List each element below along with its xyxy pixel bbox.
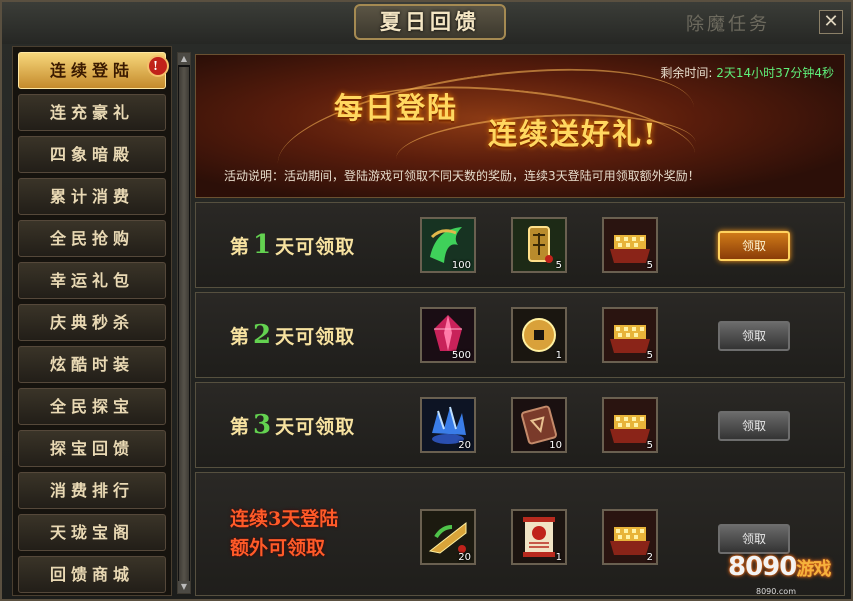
watermark-brand: 8090 (728, 552, 797, 582)
nav-item-幸运礼包[interactable]: 幸运礼包 (18, 262, 166, 299)
row-title: 第 1 天可领取 (230, 230, 355, 260)
background-tab-label[interactable]: 除魔任务 (686, 10, 770, 36)
nav-item-庆典秒杀[interactable]: 庆典秒杀 (18, 304, 166, 341)
row-title-suffix: 天可领取 (275, 236, 356, 258)
item-quantity: 10 (549, 440, 562, 451)
watermark-url: 8090.com (756, 587, 796, 596)
bonus-title-line-2: 额外可领取 (230, 537, 326, 559)
scroll-up-arrow-icon[interactable]: ▲ (178, 53, 190, 65)
notification-badge: ! (147, 55, 169, 77)
banner-title-2: 连续送好礼! (488, 117, 658, 151)
banner-title-1: 每日登陆 (334, 91, 459, 125)
nav-item-累计消费[interactable]: 累计消费 (18, 178, 166, 215)
title-bar: 夏日回馈 除魔任务 ✕ (2, 2, 851, 44)
row-title-suffix: 天可领取 (275, 416, 356, 438)
site-watermark: 8090游戏 (728, 552, 831, 582)
item-quantity: 1 (555, 552, 562, 563)
nav-item-label: 庆典秒杀 (49, 313, 134, 332)
reward-item[interactable]: 1 (511, 307, 567, 363)
scroll-down-arrow-icon[interactable]: ▼ (178, 581, 190, 593)
row-title-prefix: 第 (230, 416, 251, 438)
reward-item[interactable]: 5 (511, 217, 567, 273)
event-nav: 连续登陆! 连充豪礼 四象暗殿 累计消费 全民抢购 幸运礼包 庆典秒杀 炫酷时装… (12, 46, 172, 596)
scroll-thumb[interactable] (179, 67, 189, 582)
nav-item-探宝回馈[interactable]: 探宝回馈 (18, 430, 166, 467)
nav-item-炫酷时装[interactable]: 炫酷时装 (18, 346, 166, 383)
countdown-timer: 剩余时间: 2天14小时37分钟4秒 (660, 64, 834, 81)
reward-row-day-2: 第 2 天可领取 500 1 5 领取 (195, 292, 845, 378)
item-quantity: 5 (646, 260, 653, 271)
reward-item[interactable]: 500 (420, 307, 476, 363)
nav-item-label: 消费排行 (49, 481, 134, 500)
close-icon: ✕ (823, 11, 839, 32)
title-plate: 夏日回馈 (354, 4, 506, 40)
item-quantity: 2 (646, 552, 653, 563)
reward-item[interactable]: 100 (420, 217, 476, 273)
item-quantity: 100 (451, 260, 471, 271)
nav-item-全民抢购[interactable]: 全民抢购 (18, 220, 166, 257)
reward-row-day-3: 第 3 天可领取 20 10 5 领取 (195, 382, 845, 468)
nav-item-label: 探宝回馈 (49, 439, 134, 458)
bonus-row-title: 连续3天登陆 额外可领取 (230, 505, 338, 563)
watermark-brand-suffix: 游戏 (796, 559, 831, 580)
claim-button-bonus[interactable]: 领取 (718, 524, 790, 554)
nav-item-label: 天珑宝阁 (49, 523, 134, 542)
nav-item-label: 全民抢购 (49, 229, 134, 248)
nav-item-label: 全民探宝 (49, 397, 134, 416)
nav-item-label: 连充豪礼 (49, 103, 134, 122)
reward-item[interactable]: 5 (602, 397, 658, 453)
nav-item-label: 回馈商城 (49, 565, 134, 584)
nav-item-label: 累计消费 (49, 187, 134, 206)
nav-item-label: 幸运礼包 (49, 271, 134, 290)
claim-button-day-3[interactable]: 领取 (718, 411, 790, 441)
timer-value: 2天14小时37分钟4秒 (716, 66, 834, 80)
day-number: 2 (253, 320, 273, 350)
reward-row-day-1: 第 1 天可领取 100 5 5 领取 (195, 202, 845, 288)
row-title-prefix: 第 (230, 326, 251, 348)
close-button[interactable]: ✕ (819, 10, 843, 34)
nav-item-四象暗殿[interactable]: 四象暗殿 (18, 136, 166, 173)
nav-item-连续登陆[interactable]: 连续登陆! (18, 52, 169, 89)
reward-item[interactable]: 20 (420, 509, 476, 565)
item-quantity: 5 (646, 440, 653, 451)
row-title-suffix: 天可领取 (275, 326, 356, 348)
day-number: 1 (253, 230, 273, 260)
nav-item-连充豪礼[interactable]: 连充豪礼 (18, 94, 166, 131)
event-description: 活动说明：活动期间，登陆游戏可领取不同天数的奖励，连续3天登陆可用领取额外奖励！ (224, 169, 700, 183)
nav-item-天珑宝阁[interactable]: 天珑宝阁 (18, 514, 166, 551)
day-number: 3 (253, 410, 273, 440)
reward-item[interactable]: 5 (602, 307, 658, 363)
event-banner: 剩余时间: 2天14小时37分钟4秒 每日登陆 连续送好礼! 活动说明：活动期间… (195, 54, 845, 198)
nav-item-回馈商城[interactable]: 回馈商城 (18, 556, 166, 593)
nav-item-label: 炫酷时装 (49, 355, 134, 374)
row-title: 第 2 天可领取 (230, 320, 355, 350)
claim-button-day-1[interactable]: 领取 (718, 231, 790, 261)
bonus-title-line-1: 连续3天登陆 (230, 508, 339, 530)
item-quantity: 20 (458, 440, 471, 451)
nav-item-label: 四象暗殿 (49, 145, 134, 164)
item-quantity: 5 (555, 260, 562, 271)
nav-item-消费排行[interactable]: 消费排行 (18, 472, 166, 509)
item-quantity: 20 (458, 552, 471, 563)
reward-item[interactable]: 5 (602, 217, 658, 273)
timer-label: 剩余时间: (660, 66, 713, 80)
row-title: 第 3 天可领取 (230, 410, 355, 440)
row-title-prefix: 第 (230, 236, 251, 258)
item-quantity: 500 (451, 350, 471, 361)
reward-item[interactable]: 20 (420, 397, 476, 453)
claim-button-day-2[interactable]: 领取 (718, 321, 790, 351)
nav-item-label: 连续登陆 (49, 61, 134, 80)
item-quantity: 1 (555, 350, 562, 361)
nav-item-全民探宝[interactable]: 全民探宝 (18, 388, 166, 425)
event-window: 夏日回馈 除魔任务 ✕ 连续登陆! 连充豪礼 四象暗殿 累计消费 全民抢购 幸运… (0, 0, 853, 601)
reward-item[interactable]: 1 (511, 509, 567, 565)
item-quantity: 5 (646, 350, 653, 361)
reward-item[interactable]: 10 (511, 397, 567, 453)
window-title: 夏日回馈 (380, 9, 480, 34)
nav-scrollbar[interactable]: ▲ ▼ (177, 52, 191, 594)
reward-item[interactable]: 2 (602, 509, 658, 565)
